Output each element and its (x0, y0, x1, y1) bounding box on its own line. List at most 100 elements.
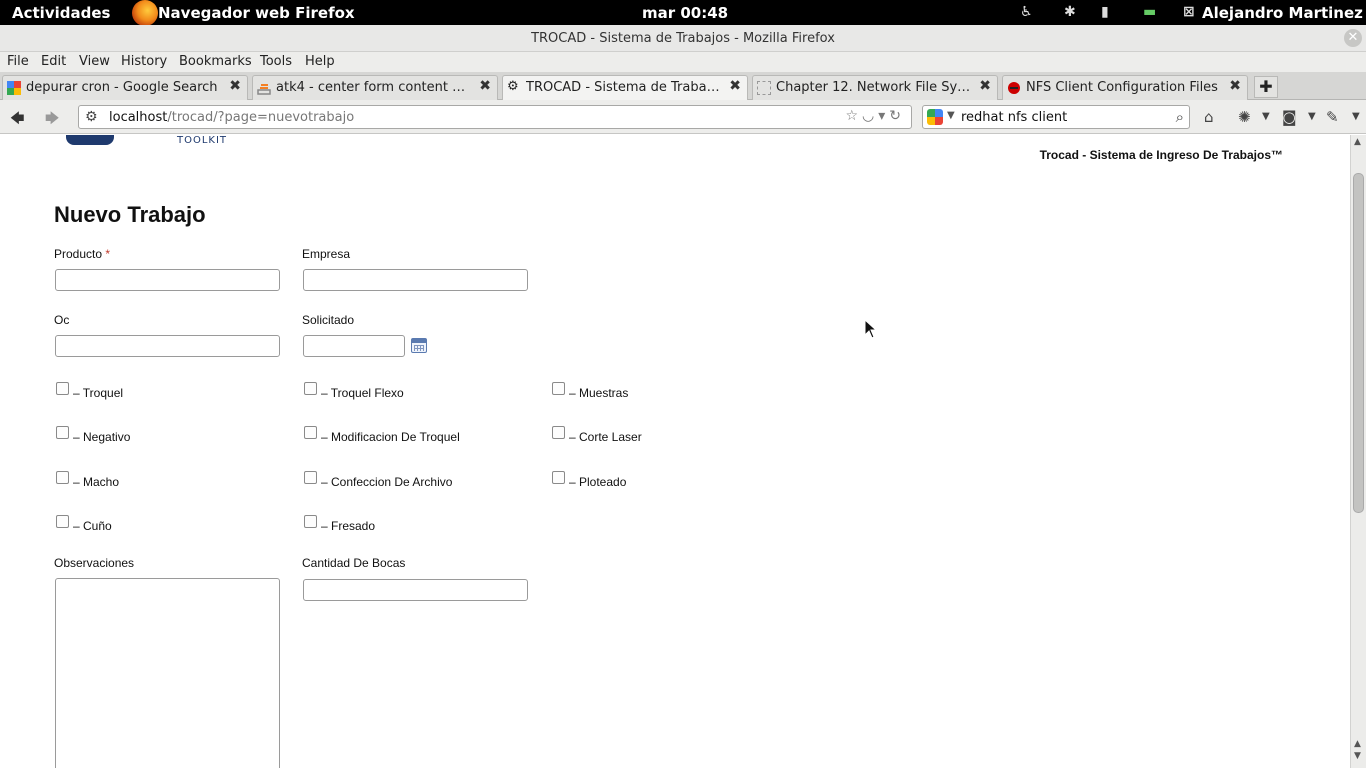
checkbox-label: – Fresado (321, 519, 376, 533)
empresa-label: Empresa (302, 247, 351, 261)
bluetooth-icon[interactable]: ✱ (1064, 4, 1076, 20)
user-menu[interactable]: Alejandro Martinez (1202, 4, 1363, 22)
chevron-down-icon[interactable]: ▼ (1352, 111, 1360, 122)
checkbox-troquel[interactable] (56, 382, 69, 395)
checkbox-troquel-flexo[interactable] (304, 382, 317, 395)
tab-bar: depurar cron - Google Search ✖ atk4 - ce… (0, 72, 1366, 101)
checkbox-confeccion-de-archivo[interactable] (304, 471, 317, 484)
checkbox-macho[interactable] (56, 471, 69, 484)
pocket-icon[interactable]: ◙ (1282, 108, 1297, 126)
google-search-engine-icon[interactable] (927, 109, 943, 125)
google-icon (7, 81, 21, 95)
tab-label: atk4 - center form content mod… (276, 80, 473, 95)
site-title: Trocad - Sistema de Ingreso De Trabajos™ (1039, 148, 1283, 162)
checkbox-ploteado[interactable] (552, 471, 565, 484)
tools-icon[interactable]: ✎ (1326, 108, 1339, 126)
url-actions: ☆◡▾↻ (845, 108, 905, 124)
checkbox-negativo[interactable] (56, 426, 69, 439)
observaciones-textarea[interactable] (55, 578, 280, 768)
checkbox-cuno[interactable] (56, 515, 69, 528)
gnome-top-bar: Actividades Navegador web Firefox mar 00… (0, 0, 1366, 26)
cantidad-bocas-input[interactable] (303, 579, 528, 601)
menu-file[interactable]: File (7, 54, 29, 69)
search-icon[interactable]: ⌕ (1176, 108, 1184, 126)
tab-close-icon[interactable]: ✖ (979, 78, 991, 94)
checkbox-label: – Cuño (73, 519, 112, 533)
tab-close-icon[interactable]: ✖ (729, 78, 741, 94)
checkbox-label: – Confeccion De Archivo (321, 475, 453, 489)
site-settings-icon[interactable]: ⚙ (85, 109, 101, 125)
page-content: TOOLKIT Trocad - Sistema de Ingreso De T… (0, 135, 1350, 768)
tab-close-icon[interactable]: ✖ (229, 78, 241, 94)
pocket-icon[interactable]: ◡ (862, 108, 878, 124)
menu-help[interactable]: Help (305, 54, 335, 69)
checkbox-muestras[interactable] (552, 382, 565, 395)
tab-label: NFS Client Configuration Files (1026, 80, 1218, 95)
activities-button[interactable]: Actividades (12, 4, 110, 22)
navigation-bar: 🡄 🡆 ⚙ localhost/trocad/?page=nuevotrabaj… (0, 100, 1366, 134)
chevron-down-icon[interactable]: ▼ (1308, 111, 1316, 122)
checkbox-label: – Corte Laser (569, 430, 642, 444)
search-bar[interactable]: ▼ redhat nfs client ⌕ (922, 105, 1190, 129)
checkbox-label: – Troquel (73, 386, 124, 400)
window-close-icon[interactable]: ✕ (1344, 29, 1362, 47)
menubar: File Edit View History Bookmarks Tools H… (0, 52, 1366, 72)
forward-icon[interactable]: 🡆 (45, 108, 59, 132)
tab-google-search[interactable]: depurar cron - Google Search ✖ (2, 75, 248, 100)
tab-close-icon[interactable]: ✖ (1229, 78, 1241, 94)
battery-icon[interactable]: ▬ (1143, 4, 1156, 20)
calendar-icon[interactable] (411, 338, 427, 353)
solicitado-date-input[interactable] (303, 335, 405, 357)
url-text[interactable]: localhost/trocad/?page=nuevotrabajo (109, 110, 354, 125)
clock[interactable]: mar 00:48 (642, 4, 728, 22)
menu-view[interactable]: View (79, 54, 110, 69)
search-input[interactable]: redhat nfs client (961, 110, 1067, 125)
oc-label: Oc (54, 313, 70, 327)
logo-text: TOOLKIT (177, 135, 228, 146)
page-scrollbar[interactable]: ▲ ▲ ▼ (1350, 135, 1366, 768)
oc-input[interactable] (55, 335, 280, 357)
home-icon[interactable]: ⌂ (1204, 108, 1214, 126)
solicitado-label: Solicitado (302, 313, 355, 327)
checkbox-label: – Modificacion De Troquel (321, 430, 460, 444)
tab-nfs-client[interactable]: NFS Client Configuration Files ✖ (1002, 75, 1248, 100)
empresa-input[interactable] (303, 269, 528, 291)
signal-icon[interactable]: ▮ (1101, 4, 1109, 20)
producto-label: Producto * (54, 247, 111, 261)
checkbox-label: – Negativo (73, 430, 131, 444)
back-icon[interactable]: 🡄 (10, 108, 24, 132)
accessibility-icon[interactable]: ♿ (1020, 4, 1033, 20)
scroll-down-icon[interactable]: ▲ ▼ (1354, 738, 1361, 762)
reload-icon[interactable]: ↻ (889, 108, 905, 124)
url-bar[interactable]: ⚙ localhost/trocad/?page=nuevotrabajo ☆◡… (78, 105, 912, 129)
checkbox-label: – Muestras (569, 386, 629, 400)
chevron-down-icon[interactable]: ▼ (1262, 111, 1270, 122)
logo (66, 135, 114, 145)
menu-tools[interactable]: Tools (260, 54, 292, 69)
chevron-down-icon[interactable]: ▼ (947, 110, 955, 121)
tab-label: TROCAD - Sistema de Trabajos (526, 80, 723, 95)
page-icon (757, 81, 771, 95)
tab-atk4[interactable]: atk4 - center form content mod… ✖ (252, 75, 498, 100)
dropdown-icon[interactable]: ▾ (878, 108, 889, 124)
scroll-up-icon[interactable]: ▲ (1354, 137, 1361, 147)
bookmark-star-icon[interactable]: ☆ (845, 108, 862, 124)
page-title: Nuevo Trabajo (54, 202, 206, 227)
menu-edit[interactable]: Edit (41, 54, 66, 69)
menu-history[interactable]: History (121, 54, 167, 69)
checkbox-corte-laser[interactable] (552, 426, 565, 439)
tab-chapter12[interactable]: Chapter 12. Network File Syste… ✖ (752, 75, 998, 100)
checkbox-modificacion-de-troquel[interactable] (304, 426, 317, 439)
producto-input[interactable] (55, 269, 280, 291)
new-tab-button[interactable]: ✚ (1254, 76, 1278, 98)
window-titlebar: TROCAD - Sistema de Trabajos - Mozilla F… (0, 25, 1366, 52)
cantidad-bocas-label: Cantidad De Bocas (302, 556, 406, 570)
scrollbar-thumb[interactable] (1353, 173, 1364, 513)
checkbox-fresado[interactable] (304, 515, 317, 528)
extension-icon[interactable]: ✺ (1238, 108, 1251, 126)
checkbox-label: – Ploteado (569, 475, 627, 489)
menu-bookmarks[interactable]: Bookmarks (179, 54, 252, 69)
tab-close-icon[interactable]: ✖ (479, 78, 491, 94)
tab-trocad[interactable]: ⚙ TROCAD - Sistema de Trabajos ✖ (502, 75, 748, 101)
app-menu[interactable]: Navegador web Firefox (158, 4, 355, 22)
